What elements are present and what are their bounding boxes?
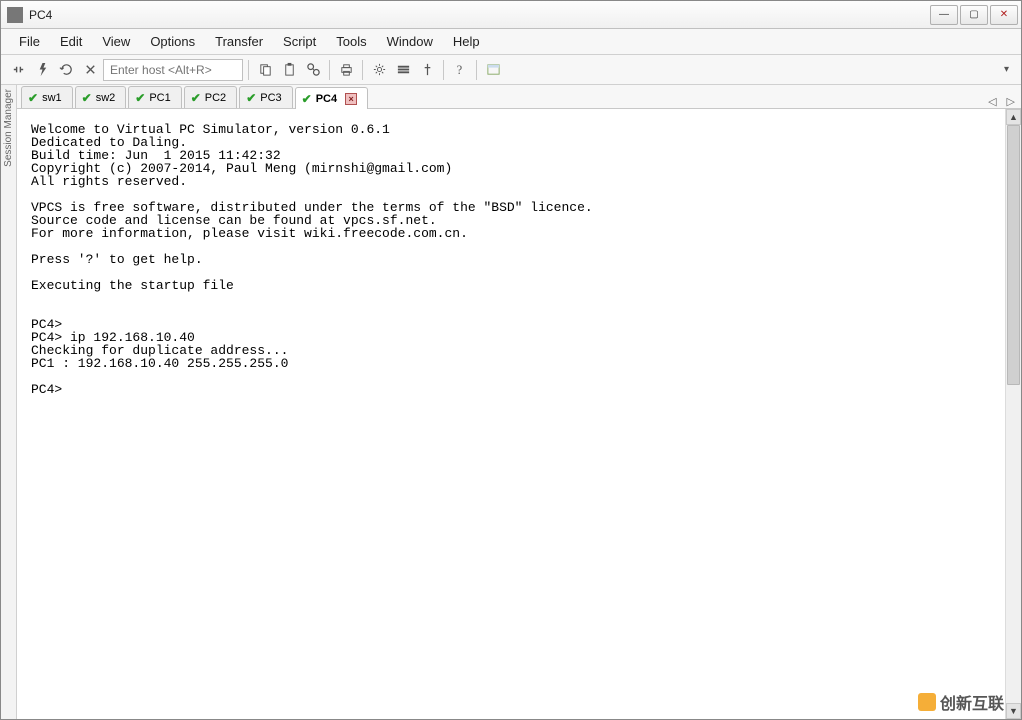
print-icon[interactable] [335,59,357,81]
tab-pc4[interactable]: ✔ PC4 × [295,87,368,109]
scroll-up-icon[interactable]: ▲ [1006,109,1021,125]
menu-help[interactable]: Help [443,30,490,53]
tabstrip: ✔ sw1 ✔ sw2 ✔ PC1 ✔ PC2 ✔ PC3 ✔ PC4 × ◁ ▷ [17,85,1021,109]
tab-sw1[interactable]: ✔ sw1 [21,86,73,108]
toolbar-overflow-icon[interactable]: ▾ [1004,64,1015,75]
window-title: PC4 [29,8,52,22]
separator [329,60,330,80]
scroll-thumb[interactable] [1007,125,1020,385]
tab-next-icon[interactable]: ▷ [1007,95,1015,108]
menu-edit[interactable]: Edit [50,30,92,53]
session-options-icon[interactable] [392,59,414,81]
tab-label: sw2 [96,92,116,104]
minimize-button[interactable]: — [930,5,958,25]
watermark-logo-icon [918,693,936,711]
disconnect-icon[interactable] [79,59,101,81]
tab-label: PC2 [205,92,226,104]
menubar: File Edit View Options Transfer Script T… [1,29,1021,55]
tab-label: PC1 [149,92,170,104]
tab-pc2[interactable]: ✔ PC2 [184,86,237,108]
settings-icon[interactable] [368,59,390,81]
tab-prev-icon[interactable]: ◁ [988,95,996,108]
tab-pc1[interactable]: ✔ PC1 [128,86,181,108]
view-icon[interactable] [482,59,504,81]
separator [362,60,363,80]
session-manager-sidebar[interactable]: Session Manager [1,85,17,719]
menu-script[interactable]: Script [273,30,326,53]
copy-icon[interactable] [254,59,276,81]
tab-label: sw1 [42,92,62,104]
check-icon: ✔ [191,91,201,105]
separator [476,60,477,80]
separator [443,60,444,80]
pin-icon[interactable] [416,59,438,81]
find-icon[interactable] [302,59,324,81]
host-input[interactable] [103,59,243,81]
check-icon: ✔ [28,91,38,105]
maximize-button[interactable]: ▢ [960,5,988,25]
watermark: 创新互联 [918,690,1004,714]
tab-sw2[interactable]: ✔ sw2 [75,86,127,108]
separator [248,60,249,80]
scrollbar[interactable]: ▲ ▼ [1005,109,1021,719]
connect-icon[interactable] [7,59,29,81]
svg-text:?: ? [456,63,461,77]
terminal-output[interactable]: Welcome to Virtual PC Simulator, version… [17,109,1005,719]
scroll-track[interactable] [1006,125,1021,703]
menu-file[interactable]: File [9,30,50,53]
scroll-down-icon[interactable]: ▼ [1006,703,1021,719]
menu-transfer[interactable]: Transfer [205,30,273,53]
menu-view[interactable]: View [92,30,140,53]
menu-tools[interactable]: Tools [326,30,376,53]
paste-icon[interactable] [278,59,300,81]
menu-options[interactable]: Options [140,30,205,53]
watermark-text: 创新互联 [940,690,1004,714]
check-icon: ✔ [246,91,256,105]
menu-window[interactable]: Window [377,30,443,53]
tab-pc3[interactable]: ✔ PC3 [239,86,292,108]
tab-label: PC4 [316,93,337,105]
app-icon [7,7,23,23]
close-tab-icon[interactable]: × [345,93,357,105]
close-button[interactable]: ✕ [990,5,1018,25]
reconnect-icon[interactable] [55,59,77,81]
check-icon: ✔ [82,91,92,105]
check-icon: ✔ [302,92,312,106]
toolbar: ? ▾ [1,55,1021,85]
help-icon[interactable]: ? [449,59,471,81]
quick-connect-icon[interactable] [31,59,53,81]
tab-label: PC3 [260,92,281,104]
titlebar: PC4 — ▢ ✕ [1,1,1021,29]
check-icon: ✔ [135,91,145,105]
session-manager-label: Session Manager [2,89,16,167]
